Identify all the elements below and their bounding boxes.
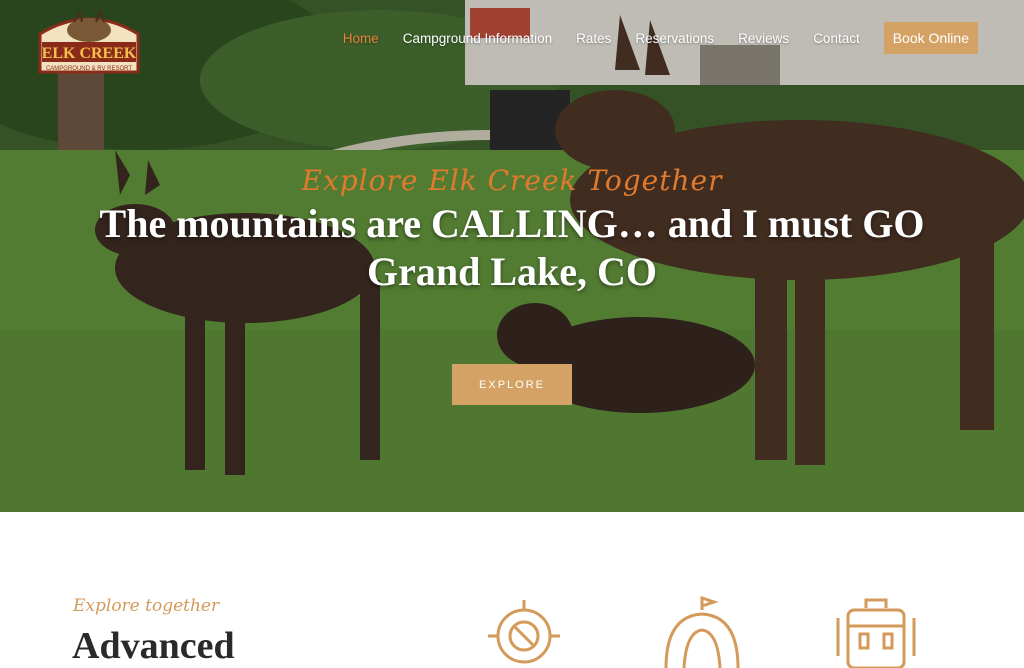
- nav-reservations[interactable]: Reservations: [635, 31, 714, 46]
- tent-icon: [664, 596, 740, 668]
- section-eyebrow: Explore together: [73, 596, 220, 616]
- elk-creek-logo-image: ELK CREEK CAMPGROUND & RV RESORT: [38, 9, 140, 74]
- nav-contact[interactable]: Contact: [813, 31, 860, 46]
- hero-headline-line2: Grand Lake, CO: [366, 249, 658, 294]
- hero-eyebrow: Explore Elk Creek Together: [301, 164, 723, 197]
- section-heading: Advanced: [72, 625, 235, 667]
- hero-headline-line1: The mountains are CALLING… and I must GO: [99, 201, 925, 246]
- book-online-button[interactable]: Book Online: [883, 22, 978, 54]
- features-section: Explore together Advanced: [0, 512, 1024, 668]
- logo-subtitle: CAMPGROUND & RV RESORT: [46, 66, 132, 72]
- hero-banner: ELK CREEK CAMPGROUND & RV RESORT Home Ca…: [0, 0, 1024, 512]
- backpack-icon: [836, 598, 916, 668]
- nav-reviews[interactable]: Reviews: [738, 31, 789, 46]
- hero-headline: The mountains are CALLING… and I must GO…: [0, 200, 1024, 296]
- nav-campground-information[interactable]: Campground Information: [403, 31, 552, 46]
- main-nav: Home Campground Information Rates Reserv…: [319, 22, 978, 54]
- logo-title: ELK CREEK: [42, 45, 137, 62]
- compass-icon: [488, 600, 560, 664]
- nav-rates[interactable]: Rates: [576, 31, 611, 46]
- site-logo[interactable]: ELK CREEK CAMPGROUND & RV RESORT: [36, 8, 142, 76]
- explore-button[interactable]: EXPLORE: [452, 364, 572, 405]
- nav-home[interactable]: Home: [343, 31, 379, 46]
